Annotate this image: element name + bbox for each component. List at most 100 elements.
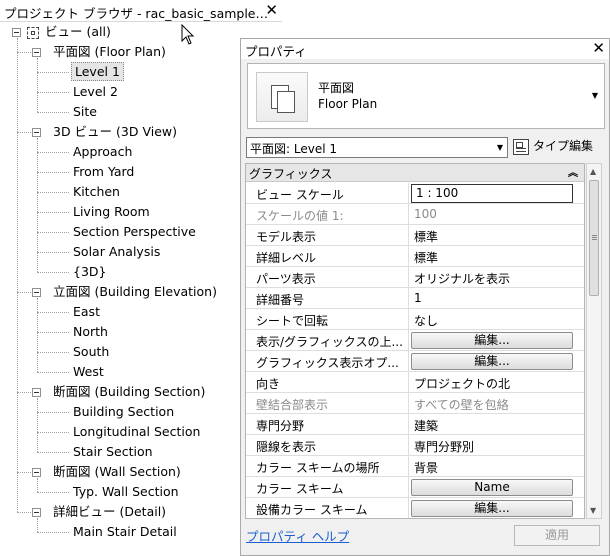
property-edit-button[interactable]: Name (411, 479, 573, 496)
instance-selector[interactable]: 平面図: Level 1 ▼ (246, 137, 508, 158)
tree-group[interactable]: 断面図 (Wall Section) (53, 462, 181, 482)
property-value[interactable]: 専門分野別 (414, 438, 474, 455)
dropdown-arrow-icon[interactable]: ▼ (497, 143, 503, 152)
collapse-toggle-icon[interactable] (32, 128, 41, 137)
property-name: 設備カラー スキーム (256, 503, 368, 517)
tree-item[interactable]: Kitchen (71, 182, 122, 202)
tree-group[interactable]: 立面図 (Building Elevation) (53, 282, 217, 302)
collapse-toggle-icon[interactable] (32, 388, 41, 397)
properties-scrollbar[interactable]: ▲ ▼ (586, 163, 602, 519)
property-value-input[interactable]: 1 : 100 (411, 184, 573, 203)
dropdown-arrow-icon[interactable]: ▼ (592, 91, 598, 100)
property-row[interactable]: 詳細レベル 標準 (246, 246, 584, 267)
property-row[interactable]: 専門分野 建築 (246, 414, 584, 435)
property-row[interactable]: シートで回転 なし (246, 309, 584, 330)
tree-item[interactable]: East (71, 302, 102, 322)
apply-button[interactable]: 適用 (514, 525, 600, 546)
property-row[interactable]: 隠線を表示 専門分野別 (246, 435, 584, 456)
collapse-toggle-icon[interactable] (32, 48, 41, 57)
property-name: グラフィックス表示オプ... (256, 356, 399, 370)
property-name: 表示/グラフィックスの上... (256, 335, 403, 349)
tree-item[interactable]: Section Perspective (71, 222, 198, 242)
properties-help-link[interactable]: プロパティ ヘルプ (246, 526, 349, 545)
tree-group[interactable]: 詳細ビュー (Detail) (53, 502, 166, 522)
property-name: 詳細番号 (256, 293, 305, 307)
tree-item[interactable]: Approach (71, 142, 134, 162)
property-name: パーツ表示 (256, 272, 316, 286)
property-row[interactable]: カラー スキーム Name (246, 477, 584, 498)
tree-group[interactable]: 断面図 (Building Section) (53, 382, 205, 402)
property-row[interactable]: グラフィックス表示オプ... 編集... (246, 351, 584, 372)
tree-item[interactable]: Building Section (71, 402, 176, 422)
property-row[interactable]: 詳細番号 1 (246, 288, 584, 309)
property-row[interactable]: 表示/グラフィックスの上... 編集... (246, 330, 584, 351)
collapse-toggle-icon[interactable] (32, 508, 41, 517)
property-value[interactable]: 標準 (414, 228, 438, 245)
property-row[interactable]: 壁結合部表示 すべての壁を包絡 (246, 393, 584, 414)
property-name: ビュー スケール (256, 188, 344, 202)
tree-item[interactable]: Level 2 (71, 82, 120, 102)
tree-item[interactable]: From Yard (71, 162, 136, 182)
tree-item[interactable]: Typ. Wall Section (71, 482, 181, 502)
tree-item[interactable]: West (71, 362, 106, 382)
properties-panel: プロパティ ✕ 平面図 Floor Plan ▼ 平面図: Level 1 ▼ … (240, 38, 610, 556)
type-name-jp: 平面図 (318, 81, 355, 95)
close-icon[interactable]: ✕ (265, 1, 278, 19)
collapse-toggle-icon[interactable] (32, 288, 41, 297)
tree-item[interactable]: Living Room (71, 202, 152, 222)
tree-group[interactable]: 平面図 (Floor Plan) (53, 42, 166, 62)
tree-item[interactable]: South (71, 342, 111, 362)
tree-item[interactable]: Site (71, 102, 99, 122)
collapse-toggle-icon[interactable] (32, 468, 41, 477)
property-name: モデル表示 (256, 230, 317, 244)
property-value[interactable]: 標準 (414, 249, 438, 266)
property-row[interactable]: 設備カラー スキーム 編集... (246, 498, 584, 518)
project-browser-titlebar[interactable]: プロジェクト ブラウザ - rac_basic_sample… ✕ (0, 0, 282, 22)
type-selector[interactable]: 平面図 Floor Plan ▼ (247, 63, 605, 129)
project-browser-title: プロジェクト ブラウザ - rac_basic_sample… (4, 6, 269, 21)
property-value[interactable]: なし (414, 312, 438, 329)
property-name: カラー スキーム (256, 482, 344, 496)
tree-item[interactable]: North (71, 322, 110, 342)
type-name-en: Floor Plan (318, 97, 378, 111)
mouse-cursor-icon (181, 24, 195, 45)
property-edit-button[interactable]: 編集... (411, 353, 573, 370)
property-row[interactable]: パーツ表示 オリジナルを表示 (246, 267, 584, 288)
scrollbar-thumb[interactable] (589, 180, 599, 296)
floor-plan-icon (256, 72, 308, 122)
property-edit-button[interactable]: 編集... (411, 500, 573, 517)
property-row[interactable]: モデル表示 標準 (246, 225, 584, 246)
property-edit-button[interactable]: 編集... (411, 332, 573, 349)
group-header-graphics[interactable]: グラフィックス ︽ (246, 164, 584, 182)
property-value: 100 (414, 207, 437, 221)
scroll-down-icon[interactable]: ▼ (590, 506, 596, 515)
property-name: 向き (256, 377, 281, 391)
tree-item[interactable]: Level 1 (71, 62, 124, 82)
properties-titlebar[interactable]: プロパティ ✕ (241, 39, 609, 59)
collapse-chevron-icon[interactable]: ︽ (568, 164, 578, 179)
tree-group[interactable]: 3D ビュー (3D View) (53, 122, 177, 142)
scroll-up-icon[interactable]: ▲ (590, 167, 596, 176)
tree-root[interactable]: ビュー (all) (27, 22, 111, 42)
collapse-toggle-icon[interactable] (12, 28, 21, 37)
tree-item[interactable]: Longitudinal Section (71, 422, 202, 442)
edit-type-button[interactable]: タイプ編集 (513, 136, 593, 158)
properties-title: プロパティ (245, 44, 307, 59)
property-row[interactable]: スケールの値 1: 100 (246, 204, 584, 225)
property-value[interactable]: 1 (414, 291, 422, 305)
property-value[interactable]: 背景 (414, 459, 438, 476)
tree-item[interactable]: Solar Analysis (71, 242, 162, 262)
views-icon (27, 26, 39, 39)
property-value[interactable]: プロジェクトの北 (414, 375, 510, 392)
tree-item[interactable]: {3D} (71, 262, 108, 282)
tree-item[interactable]: Stair Section (71, 442, 155, 462)
property-value[interactable]: 建築 (414, 417, 438, 434)
property-row[interactable]: カラー スキームの場所 背景 (246, 456, 584, 477)
property-row[interactable]: ビュー スケール 1 : 100 (246, 183, 584, 204)
property-value[interactable]: オリジナルを表示 (414, 270, 510, 287)
edit-type-icon (513, 138, 529, 155)
close-icon[interactable]: ✕ (592, 39, 605, 57)
property-row[interactable]: 向き プロジェクトの北 (246, 372, 584, 393)
property-name: シートで回転 (256, 314, 329, 328)
tree-item[interactable]: Main Stair Detail (71, 522, 179, 542)
